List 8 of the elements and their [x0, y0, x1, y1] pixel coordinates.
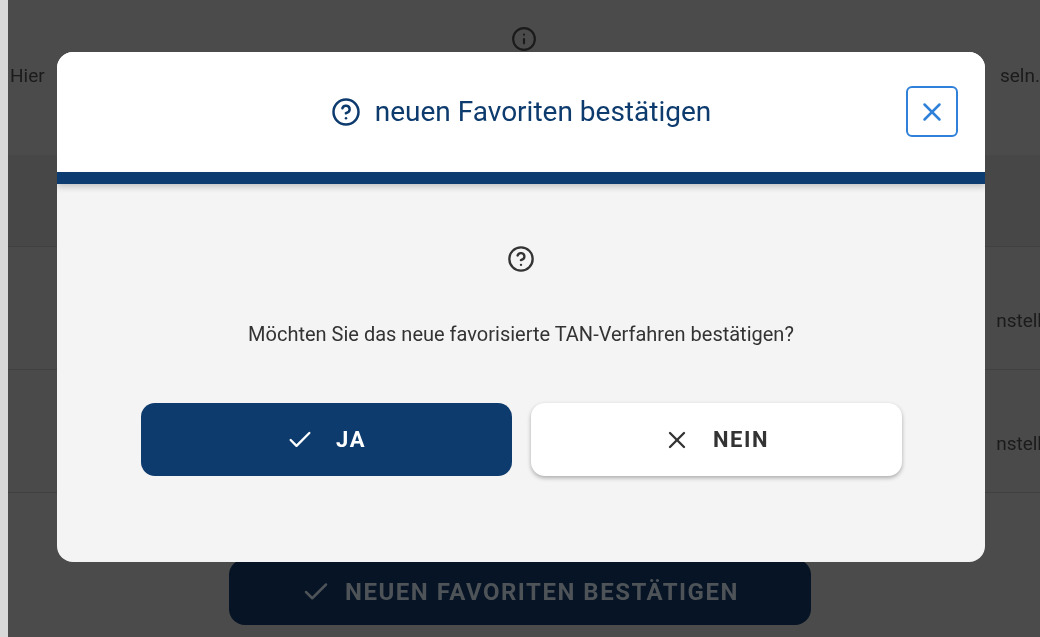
dialog-title: neuen Favoriten bestätigen — [374, 94, 712, 130]
help-icon — [507, 245, 535, 273]
close-button[interactable] — [906, 86, 958, 137]
dialog-message: Möchten Sie das neue favorisierte TAN-Verfahren bestätigen? — [248, 321, 794, 348]
help-icon — [330, 97, 361, 127]
info-icon — [511, 26, 537, 52]
cancel-button[interactable]: NEIN — [530, 403, 902, 476]
confirm-button[interactable]: JA — [140, 403, 512, 476]
